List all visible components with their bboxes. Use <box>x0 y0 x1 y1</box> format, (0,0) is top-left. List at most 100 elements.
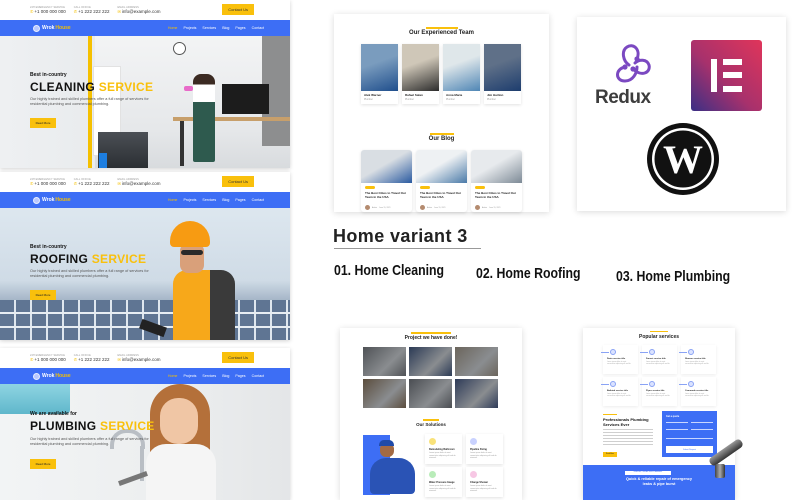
read-more-button[interactable]: Read More <box>30 290 56 300</box>
nav-home[interactable]: Home <box>168 374 178 378</box>
author-avatar <box>475 205 480 210</box>
phone-icon: ✆ <box>30 357 34 362</box>
nav-projects[interactable]: Projects <box>183 198 196 202</box>
nav-pages[interactable]: Pages <box>235 198 245 202</box>
service-card[interactable]: Bathtub service title Lorem ipsum dolor … <box>601 377 638 406</box>
nav-services[interactable]: Services <box>202 374 216 378</box>
blog-kicker <box>334 133 549 135</box>
team-member-role: Plumber <box>405 98 414 101</box>
contact-us-button[interactable]: Contact Us <box>222 176 254 187</box>
site-logo[interactable]: Wrok House <box>33 196 71 204</box>
hero-description: Our highly trained and skilled plumbers … <box>30 437 149 446</box>
service-card[interactable]: Pipes service title Lorem ipsum dolor si… <box>640 377 677 406</box>
project-thumbnail[interactable] <box>455 347 498 376</box>
project-thumbnail[interactable] <box>455 379 498 408</box>
nav-blog[interactable]: Blog <box>222 374 229 378</box>
emergency-band: EMERGENCY REPAIR SERVICE AVAILABLE Quick… <box>583 465 735 500</box>
solution-title: Remodeling Bathroom <box>429 448 455 451</box>
project-thumbnail[interactable] <box>409 347 452 376</box>
blog-post-title[interactable]: The Best Cities to Travel Our Team in th… <box>475 191 519 199</box>
service-card[interactable]: Shower service title Lorem ipsum dolor s… <box>679 345 716 374</box>
blog-title: Our Blog <box>428 136 455 142</box>
logo-icon <box>33 24 40 32</box>
hero-title: PLUMBING SERVICE <box>30 419 155 433</box>
variant-item-roofing[interactable]: 02. Home Roofing <box>476 265 581 282</box>
redux-logo-icon <box>616 44 651 83</box>
pro-read-more-button[interactable]: Read More <box>603 452 617 457</box>
services-preview: Popular services Drain service title Lor… <box>583 328 745 500</box>
top-contact-bar: 24H EMERGENCY SERVICE ✆ +1 000 000 000 CAL… <box>0 0 290 20</box>
site-logo[interactable]: Wrok House <box>33 372 71 380</box>
nav-pages[interactable]: Pages <box>235 26 245 30</box>
service-desc: Lorem ipsum dolor sit amet consectetur a… <box>685 362 709 366</box>
main-navbar: Wrok House Home Projects Services Blog Pa… <box>0 368 290 384</box>
project-thumbnail[interactable] <box>363 347 406 376</box>
team-member-card[interactable]: Jim Harlion Plumber <box>484 44 521 104</box>
blog-post-meta: Admin June 15, 2021 <box>420 205 445 210</box>
blog-post-card[interactable]: The Best Cities to Travel Our Team in th… <box>416 150 467 212</box>
blog-post-card[interactable]: The Best Cities to Travel Our Team in th… <box>471 150 522 212</box>
blog-post-image <box>361 150 412 183</box>
project-thumbnail[interactable] <box>409 379 452 408</box>
solution-desc: Lorem ipsum dolor sit amet consectetur a… <box>470 452 497 459</box>
team-member-name: Alek Warner <box>364 93 382 97</box>
nav-blog[interactable]: Blog <box>222 198 229 202</box>
nav-projects[interactable]: Projects <box>183 26 196 30</box>
nav-contact[interactable]: Contact <box>252 374 264 378</box>
nav-services[interactable]: Services <box>202 26 216 30</box>
mail-icon: ✉ <box>117 357 121 362</box>
nav-contact[interactable]: Contact <box>252 26 264 30</box>
hero-title: CLEANING SERVICE <box>30 80 154 94</box>
read-more-button[interactable]: Read More <box>30 118 56 128</box>
service-icon <box>610 381 616 387</box>
phone-icon: ✆ <box>73 181 78 186</box>
nav-contact[interactable]: Contact <box>252 198 264 202</box>
service-desc: Lorem ipsum dolor sit amet consectetur a… <box>646 362 670 366</box>
main-navbar: Wrok House Home Projects Services Blog Pa… <box>0 192 290 208</box>
plumber-figure <box>370 458 415 494</box>
hero-mockup-plumbing: 24H EMERGENCY SERVICE ✆ +1 000 000 000 CAL… <box>0 348 290 500</box>
blog-post-title[interactable]: The Best Cities to Travel Our Team in th… <box>365 191 409 199</box>
email-address: info@example.com <box>121 357 161 362</box>
solution-desc: Lorem ipsum dolor sit amet consectetur a… <box>429 452 456 459</box>
service-desc: Lorem ipsum dolor sit amet consectetur a… <box>607 362 631 366</box>
nav-services[interactable]: Services <box>202 198 216 202</box>
team-member-card[interactable]: Anna Maria Plumber <box>443 44 480 104</box>
email-address: info@example.com <box>121 181 161 186</box>
solution-card[interactable]: Change Shower Lorem ipsum dolor sit amet… <box>466 467 503 497</box>
blog-post-card[interactable]: The Best Cities to Travel Our Team in th… <box>361 150 412 212</box>
contact-us-button[interactable]: Contact Us <box>222 352 254 363</box>
project-thumbnail[interactable] <box>363 379 406 408</box>
solution-card[interactable]: Water Pressure Gauge Lorem ipsum dolor s… <box>425 467 462 497</box>
site-logo[interactable]: Wrok House <box>33 24 71 32</box>
team-member-name: Jim Harlion <box>487 93 504 97</box>
nav-projects[interactable]: Projects <box>183 374 196 378</box>
solution-card[interactable]: Remodeling Bathroom Lorem ipsum dolor si… <box>425 434 462 464</box>
contact-us-button[interactable]: Contact Us <box>222 4 254 15</box>
team-member-card[interactable]: Alek Warner Plumber <box>361 44 398 104</box>
solution-card[interactable]: Pipeline Fixing Lorem ipsum dolor sit am… <box>466 434 503 464</box>
solution-title: Water Pressure Gauge <box>429 481 455 484</box>
emergency-phone: +1 000 000 000 <box>34 357 66 362</box>
read-more-button[interactable]: Read More <box>30 459 56 469</box>
service-card[interactable]: Commode service title Lorem ipsum dolor … <box>679 377 716 406</box>
elementor-logo-icon <box>691 40 762 111</box>
nav-pages[interactable]: Pages <box>235 374 245 378</box>
worker-face <box>180 243 204 273</box>
nav-blog[interactable]: Blog <box>222 26 229 30</box>
service-card[interactable]: Faucet service title Lorem ipsum dolor s… <box>640 345 677 374</box>
main-navbar: Wrok House Home Projects Services Blog Pa… <box>0 20 290 36</box>
team-member-card[interactable]: Rafael Salan Plumber <box>402 44 439 104</box>
pro-kicker <box>603 414 617 415</box>
office-phone: +1 222 222 222 <box>78 9 110 14</box>
submit-request-button[interactable]: Submit Request <box>666 446 713 453</box>
team-member-role: Plumber <box>364 98 373 101</box>
nav-home[interactable]: Home <box>168 26 178 30</box>
svg-text:W: W <box>663 137 703 182</box>
blog-post-title[interactable]: The Best Cities to Travel Our Team in th… <box>420 191 464 199</box>
variant-item-plumbing[interactable]: 03. Home Plumbing <box>616 268 730 285</box>
nav-home[interactable]: Home <box>168 198 178 202</box>
variant-item-cleaning[interactable]: 01. Home Cleaning <box>334 262 444 279</box>
service-card[interactable]: Drain service title Lorem ipsum dolor si… <box>601 345 638 374</box>
hero-title: ROOFING SERVICE <box>30 252 147 266</box>
